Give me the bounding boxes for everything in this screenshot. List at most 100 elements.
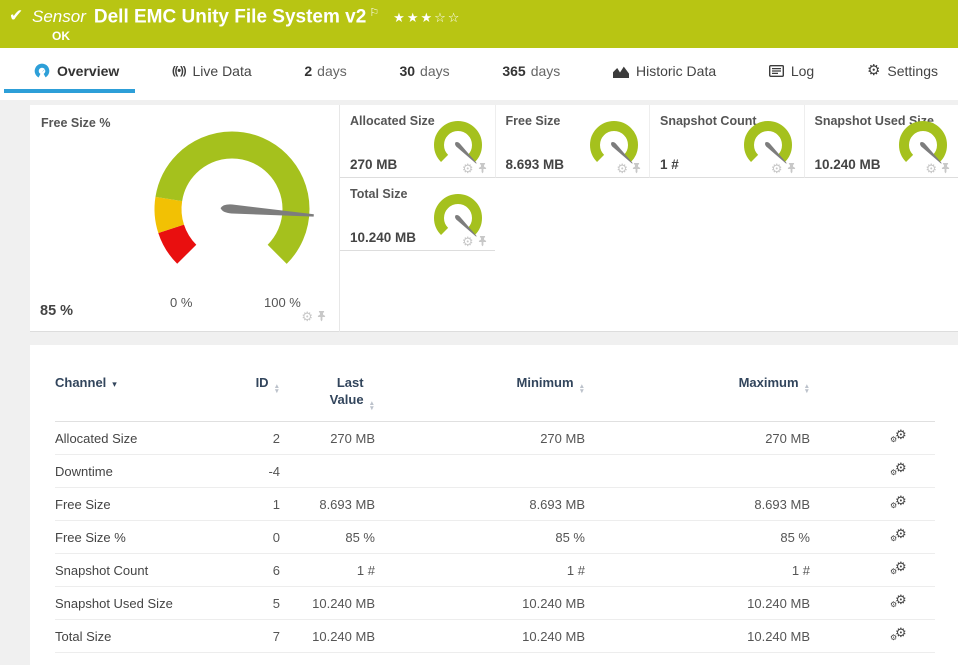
gauge-tile-total-size[interactable]: Total Size10.240 MB⚙: [340, 178, 495, 251]
column-header-id[interactable]: ID ▲▼: [205, 374, 280, 422]
sort-toggle-icon[interactable]: ▲▼: [369, 401, 375, 411]
pin-icon[interactable]: [940, 162, 951, 174]
channel-name[interactable]: Free Size %: [55, 521, 205, 554]
column-label: ID: [256, 375, 269, 390]
pin-icon[interactable]: [477, 235, 488, 247]
gauge-settings-gear-icon[interactable]: ⚙: [462, 163, 474, 174]
object-kind-label: Sensor: [32, 7, 86, 26]
sensor-title: Dell EMC Unity File System v2: [94, 6, 366, 27]
gauge-scale-min: 0 %: [170, 295, 192, 310]
pin-icon[interactable]: [477, 162, 488, 174]
gauge-settings-gear-icon[interactable]: ⚙: [616, 163, 628, 174]
tab-label: days: [531, 63, 561, 79]
channel-last-value: 8.693 MB: [280, 488, 375, 521]
tab-live-data[interactable]: ((•)) Live Data: [166, 59, 258, 83]
pin-icon[interactable]: [316, 310, 327, 322]
channel-row-total-size[interactable]: Total Size710.240 MB10.240 MB10.240 MB⚙⚙: [55, 620, 935, 653]
sort-toggle-icon[interactable]: ▲▼: [579, 384, 585, 394]
gauge-tile-allocated-size[interactable]: Allocated Size270 MB⚙: [340, 105, 495, 178]
column-header-maximum[interactable]: Maximum▲▼: [585, 374, 810, 422]
tab-label: Settings: [887, 63, 938, 79]
column-header-channel[interactable]: Channel▾: [55, 374, 205, 422]
edit-channel-gears-icon[interactable]: ⚙⚙: [890, 462, 908, 478]
gauge-tile-snapshot-count[interactable]: Snapshot Count1 #⚙: [649, 105, 804, 178]
pin-icon[interactable]: [631, 162, 642, 174]
tab-number: 30: [399, 63, 415, 79]
channel-minimum: [375, 455, 585, 488]
edit-channel-gears-icon[interactable]: ⚙⚙: [890, 561, 908, 577]
sort-toggle-icon[interactable]: ▲▼: [274, 384, 280, 394]
sort-toggle-icon[interactable]: ▲▼: [804, 384, 810, 394]
gauge-tile-snapshot-used-size[interactable]: Snapshot Used Size10.240 MB⚙: [804, 105, 958, 178]
tab-number: 2: [304, 63, 312, 79]
status-badge: OK: [52, 29, 70, 43]
tab-label: Live Data: [193, 63, 252, 79]
tab-30-days[interactable]: 30 days: [393, 59, 455, 83]
channel-row-free-size[interactable]: Free Size18.693 MB8.693 MB8.693 MB⚙⚙: [55, 488, 935, 521]
gauge-tile-label: Total Size: [350, 187, 407, 201]
channel-name[interactable]: Free Size: [55, 488, 205, 521]
channel-last-value: 10.240 MB: [280, 620, 375, 653]
channel-id: 0: [205, 521, 280, 554]
channel-row-free-size-[interactable]: Free Size %085 %85 %85 %⚙⚙: [55, 521, 935, 554]
channel-row-snapshot-used-size[interactable]: Snapshot Used Size510.240 MB10.240 MB10.…: [55, 587, 935, 620]
edit-channel-gears-icon[interactable]: ⚙⚙: [890, 627, 908, 643]
gauge-settings-gear-icon[interactable]: ⚙: [925, 163, 937, 174]
channel-maximum: [585, 455, 810, 488]
channel-name[interactable]: Snapshot Used Size: [55, 587, 205, 620]
channel-last-value: 10.240 MB: [280, 587, 375, 620]
tab-2-days[interactable]: 2 days: [298, 59, 352, 83]
gauge-tile-value: 1 #: [660, 157, 679, 172]
gauge-tile-value: 8.693 MB: [506, 157, 565, 172]
column-header-minimum[interactable]: Minimum ▲▼: [375, 374, 585, 422]
tab-label: Overview: [57, 63, 119, 79]
channel-id: -4: [205, 455, 280, 488]
channel-row-snapshot-count[interactable]: Snapshot Count61 #1 #1 #⚙⚙: [55, 554, 935, 587]
channel-row-downtime[interactable]: Downtime-4 ⚙⚙: [55, 455, 935, 488]
gauge-tile-free-size[interactable]: Free Size 8.693 MB ⚙: [495, 105, 650, 178]
tab-settings[interactable]: ⚙ Settings: [861, 59, 944, 83]
channel-name[interactable]: Allocated Size: [55, 422, 205, 455]
tab-log[interactable]: Log: [763, 59, 820, 83]
channel-id: 1: [205, 488, 280, 521]
broadcast-icon: ((•)): [172, 65, 186, 77]
tab-bar: Overview ((•)) Live Data 2 days 30 days 365 days…: [0, 48, 958, 100]
gauge-tile-value: 270 MB: [350, 157, 397, 172]
channels-panel: Channel▾ID▲▼Last Value▲▼Minimum▲▼Maximum…: [30, 345, 958, 665]
priority-stars[interactable]: ★★★☆☆: [393, 10, 461, 25]
channel-maximum: 1 #: [585, 554, 810, 587]
edit-channel-gears-icon[interactable]: ⚙⚙: [890, 594, 908, 610]
edit-channel-gears-icon[interactable]: ⚙⚙: [890, 429, 908, 445]
gauge-scale-max: 100 %: [264, 295, 301, 310]
gauge-settings-gear-icon[interactable]: ⚙: [771, 163, 783, 174]
primary-gauge-value: 85 %: [40, 303, 73, 319]
column-label: Minimum: [517, 375, 574, 390]
channel-name[interactable]: Total Size: [55, 620, 205, 653]
channel-row-allocated-size[interactable]: Allocated Size2270 MB270 MB270 MB⚙⚙: [55, 422, 935, 455]
pin-icon[interactable]: [786, 162, 797, 174]
gauge-settings-gear-icon[interactable]: ⚙: [301, 311, 313, 322]
settings-gear-icon: ⚙: [867, 64, 880, 78]
column-header-last-value[interactable]: Last Value▲▼: [280, 374, 375, 422]
gauge-tile-label: Free Size: [506, 114, 561, 128]
tab-historic-data[interactable]: Historic Data: [607, 59, 722, 83]
gauge-settings-gear-icon[interactable]: ⚙: [462, 236, 474, 247]
column-label: Channel: [55, 375, 106, 390]
channel-minimum: 1 #: [375, 554, 585, 587]
tab-365-days[interactable]: 365 days: [496, 59, 566, 83]
channel-minimum: 270 MB: [375, 422, 585, 455]
priority-flag-icon[interactable]: ⚐: [369, 7, 379, 19]
tab-label: days: [420, 63, 450, 79]
tab-overview[interactable]: Overview: [28, 59, 125, 83]
channel-maximum: 270 MB: [585, 422, 810, 455]
tab-number: 365: [502, 63, 525, 79]
edit-channel-gears-icon[interactable]: ⚙⚙: [890, 528, 908, 544]
channel-minimum: 85 %: [375, 521, 585, 554]
primary-gauge-tile[interactable]: Free Size % 0 % 100 % 85 % ⚙: [30, 105, 340, 332]
status-ok-check-icon: ✔: [9, 6, 23, 26]
channel-id: 2: [205, 422, 280, 455]
channel-name[interactable]: Snapshot Count: [55, 554, 205, 587]
tab-label: days: [317, 63, 347, 79]
edit-channel-gears-icon[interactable]: ⚙⚙: [890, 495, 908, 511]
channel-name[interactable]: Downtime: [55, 455, 205, 488]
